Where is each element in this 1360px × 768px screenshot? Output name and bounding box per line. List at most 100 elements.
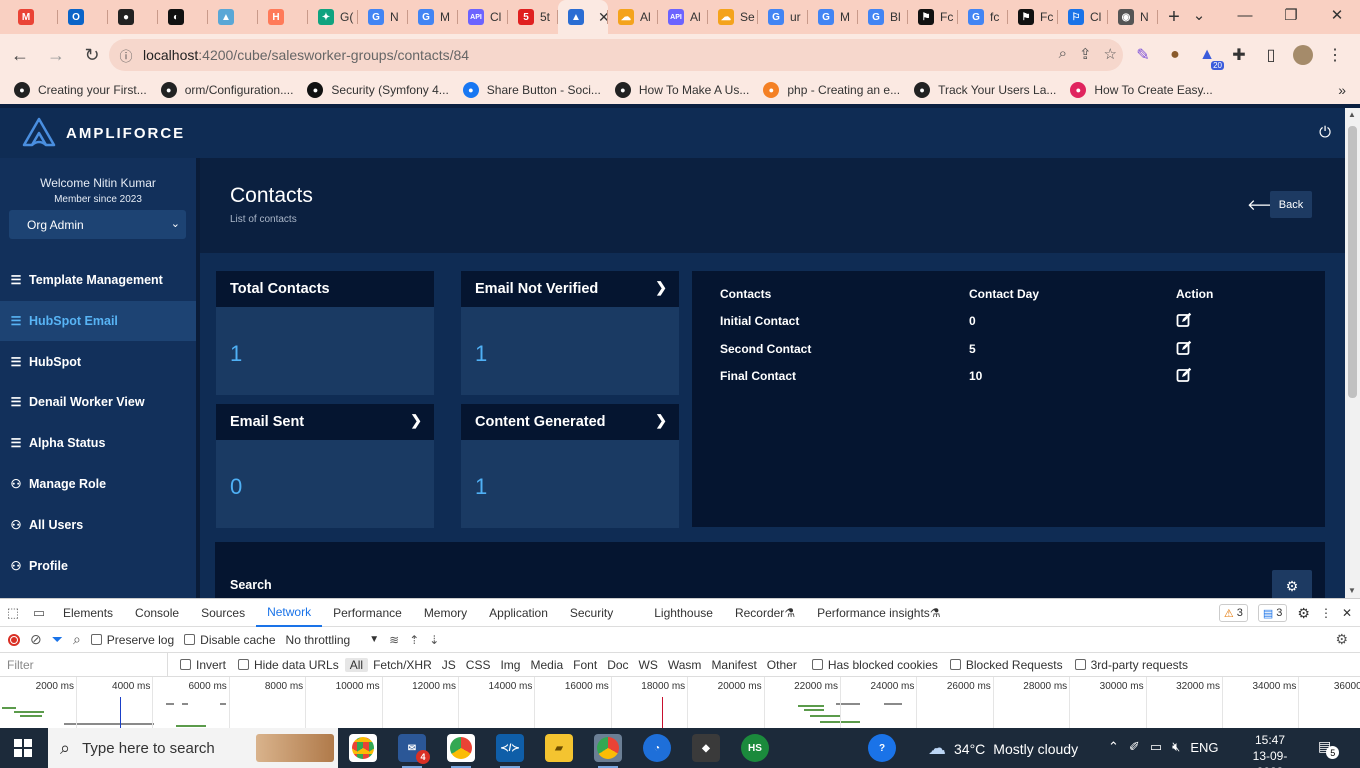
weather-widget[interactable]: ☁ 34°C Mostly cloudy bbox=[928, 738, 1078, 759]
tray-expand-icon[interactable]: ⌃ bbox=[1108, 739, 1119, 755]
stat-card-total-contacts[interactable]: Total Contacts 1 bbox=[216, 271, 434, 395]
devtools-tab-console[interactable]: Console bbox=[124, 599, 190, 627]
windows-start-icon[interactable] bbox=[14, 739, 32, 757]
role-select[interactable]: Org Admin ⌄ bbox=[9, 210, 186, 239]
scroll-up-icon[interactable]: ▲ bbox=[1348, 110, 1356, 119]
puzzle-icon[interactable]: ✚ bbox=[1228, 44, 1250, 66]
filter-funnel-icon[interactable]: ⏷ bbox=[52, 631, 63, 648]
pen-tray-icon[interactable]: ✐ bbox=[1129, 739, 1140, 755]
sidebar-item-manage-role[interactable]: ⚇ Manage Role bbox=[0, 464, 196, 504]
taskbar-search[interactable]: ⌕ Type here to search bbox=[48, 728, 338, 768]
sidebar-item-alpha-status[interactable]: ☰ Alpha Status bbox=[0, 423, 196, 463]
side-panel-icon[interactable]: ▯ bbox=[1260, 44, 1282, 66]
devtools-tab-recorder[interactable]: Recorder ⚗ bbox=[724, 599, 806, 627]
clock[interactable]: 15:47 13-09-2023 bbox=[1240, 732, 1300, 768]
reload-icon[interactable]: ↻ bbox=[76, 39, 108, 71]
scroll-down-icon[interactable]: ▼ bbox=[1348, 586, 1356, 595]
messages-badge[interactable]: ▤ 3 bbox=[1257, 604, 1288, 622]
browser-tab[interactable]: ◐ bbox=[158, 0, 208, 34]
browser-tab[interactable]: ✦ G( bbox=[308, 0, 358, 34]
stat-card-content-generated[interactable]: Content Generated ❯ 1 bbox=[461, 404, 679, 528]
browser-tab[interactable]: H bbox=[258, 0, 308, 34]
blocked-requests-checkbox[interactable]: Blocked Requests bbox=[949, 658, 1063, 672]
network-icon[interactable]: ▭ bbox=[1150, 739, 1162, 755]
restore-icon[interactable]: ❐ bbox=[1268, 0, 1314, 30]
chrome-active-taskbar-icon[interactable] bbox=[594, 734, 622, 768]
filter-type-css[interactable]: CSS bbox=[461, 658, 496, 672]
edit-icon[interactable] bbox=[1176, 312, 1192, 328]
minimize-icon[interactable]: — bbox=[1222, 0, 1268, 30]
back-button[interactable]: Back bbox=[1270, 191, 1312, 218]
file-explorer-taskbar-icon[interactable]: ▰ bbox=[545, 734, 573, 762]
browser-tab[interactable]: Gur bbox=[758, 0, 808, 34]
sidebar-item-hubspot-email[interactable]: ☰ HubSpot Email bbox=[0, 300, 196, 341]
sidebar-item-all-users[interactable]: ⚇ All Users bbox=[0, 505, 196, 545]
devtools-tab-performance[interactable]: Performance bbox=[322, 599, 413, 627]
filter-type-ws[interactable]: WS bbox=[634, 658, 663, 672]
chevron-right-icon[interactable]: ❯ bbox=[655, 279, 667, 296]
tab-search-icon[interactable]: ⌄ bbox=[1176, 0, 1222, 30]
mail-taskbar-icon[interactable]: ✉ 4 bbox=[398, 734, 430, 768]
browser-tab[interactable]: API Al bbox=[658, 0, 708, 34]
sidebar-item-hubspot[interactable]: ☰ HubSpot bbox=[0, 342, 196, 382]
browser-menu-icon[interactable]: ⋮ bbox=[1324, 44, 1346, 66]
cookie-extension-icon[interactable]: ● bbox=[1164, 44, 1186, 66]
devtools-tab-elements[interactable]: Elements bbox=[52, 599, 124, 627]
devtools-tab-application[interactable]: Application bbox=[478, 599, 559, 627]
edit-icon[interactable] bbox=[1176, 367, 1192, 383]
bookmark-item[interactable]: ● Creating your First... bbox=[14, 82, 147, 98]
bookmark-item[interactable]: ● Track Your Users La... bbox=[914, 82, 1056, 98]
devtools-menu-icon[interactable]: ⋮ bbox=[1320, 606, 1332, 620]
help-taskbar-icon[interactable]: ? bbox=[868, 734, 896, 762]
sidebar-item-profile[interactable]: ⚇ Profile bbox=[0, 546, 196, 586]
devtools-tab-sources[interactable]: Sources bbox=[190, 599, 256, 627]
browser-tab[interactable]: ● bbox=[108, 0, 158, 34]
close-window-icon[interactable]: ✕ bbox=[1314, 0, 1360, 30]
clear-icon[interactable]: ⊘ bbox=[30, 631, 42, 648]
graduation-extension-icon[interactable]: ▲ 20 bbox=[1196, 44, 1224, 70]
export-har-icon[interactable]: ⇣ bbox=[429, 633, 439, 647]
page-scrollbar[interactable]: ▲ ▼ bbox=[1345, 108, 1360, 598]
power-icon[interactable]: ⏻ bbox=[1319, 124, 1331, 141]
share-icon[interactable]: ⇪ bbox=[1079, 45, 1092, 63]
devtools-tab-network[interactable]: Network bbox=[256, 599, 323, 627]
volume-muted-icon[interactable]: 🔇︎ bbox=[1172, 739, 1180, 755]
close-tab-icon[interactable]: ✕ bbox=[598, 9, 608, 26]
stat-card-email-not-verified[interactable]: Email Not Verified ❯ 1 bbox=[461, 271, 679, 395]
filter-type-all[interactable]: All bbox=[344, 657, 369, 672]
browser-tab[interactable]: GN bbox=[358, 0, 408, 34]
forward-arrow-icon[interactable]: → bbox=[40, 39, 72, 71]
browser-tab[interactable]: Gfc bbox=[958, 0, 1008, 34]
browser-tab[interactable]: M bbox=[8, 0, 58, 34]
bookmark-item[interactable]: ● Security (Symfony 4... bbox=[307, 82, 449, 98]
filter-type-wasm[interactable]: Wasm bbox=[663, 658, 707, 672]
url-text[interactable]: localhost:4200/cube/salesworker-groups/c… bbox=[143, 47, 469, 63]
browser-tab[interactable]: GM bbox=[408, 0, 458, 34]
vscode-taskbar-icon[interactable]: ≺/≻ bbox=[496, 734, 524, 768]
sidebar-item-denail-worker-view[interactable]: ☰ Denail Worker View bbox=[0, 382, 196, 422]
third-party-checkbox[interactable]: 3rd-party requests bbox=[1074, 658, 1188, 672]
bookmark-item[interactable]: ● php - Creating an e... bbox=[763, 82, 900, 98]
filter-type-fetchxhr[interactable]: Fetch/XHR bbox=[368, 658, 437, 672]
filter-type-media[interactable]: Media bbox=[525, 658, 568, 672]
devtools-tab-lighthouse[interactable]: Lighthouse bbox=[643, 599, 724, 627]
browser-tab[interactable]: 5 5t bbox=[508, 0, 558, 34]
zoom-icon[interactable]: ⌕ bbox=[1059, 45, 1067, 63]
filter-type-img[interactable]: Img bbox=[495, 658, 525, 672]
blocked-cookies-checkbox[interactable]: Has blocked cookies bbox=[811, 658, 938, 672]
hs-taskbar-icon[interactable]: HS bbox=[741, 734, 769, 762]
devtools-tab-memory[interactable]: Memory bbox=[413, 599, 478, 627]
chrome-profile-taskbar-icon[interactable] bbox=[447, 734, 475, 768]
inspect-icon[interactable]: ⬚ bbox=[0, 605, 26, 621]
sidebar-item-template-management[interactable]: ☰ Template Management bbox=[0, 260, 196, 300]
address-bar[interactable]: ⓘ localhost:4200/cube/salesworker-groups… bbox=[109, 39, 1123, 71]
hide-data-urls-checkbox[interactable]: Hide data URLs bbox=[238, 658, 339, 672]
network-settings-icon[interactable]: ⚙ bbox=[1335, 631, 1348, 648]
profile-avatar[interactable] bbox=[1292, 44, 1314, 66]
browser-tab[interactable]: API Cl bbox=[458, 0, 508, 34]
filter-type-manifest[interactable]: Manifest bbox=[706, 658, 761, 672]
filter-type-js[interactable]: JS bbox=[437, 658, 461, 672]
browser-tab[interactable]: ◉ N bbox=[1108, 0, 1158, 34]
search-icon[interactable]: ⌕ bbox=[73, 631, 81, 648]
device-toggle-icon[interactable]: ▭ bbox=[26, 605, 52, 621]
